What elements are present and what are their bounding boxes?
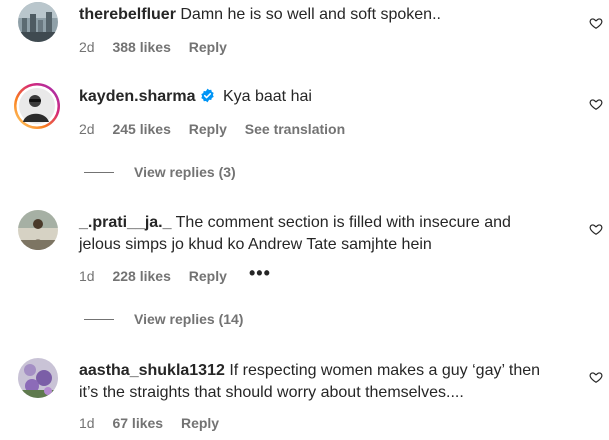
heart-outline-icon[interactable] [589, 370, 603, 384]
comment-line: therebelfluer Damn he is so well and sof… [79, 4, 441, 26]
avatar[interactable] [18, 358, 58, 398]
heart-outline-icon[interactable] [589, 97, 603, 111]
comment-text: The comment section is filled with insec… [175, 214, 511, 231]
likes-count[interactable]: 67 likes [112, 415, 163, 431]
comment-meta: 1d 228 likes Reply [79, 267, 241, 285]
comment-text-continued: jelous simps jo khud ko Andrew Tate samj… [79, 236, 432, 253]
view-replies-button[interactable]: View replies (14) [134, 311, 243, 327]
replies-divider [84, 319, 114, 320]
reply-button[interactable]: Reply [189, 39, 227, 55]
comment-line: aastha_shukla1312 If respecting women ma… [79, 360, 540, 382]
avatar[interactable] [18, 210, 58, 250]
view-replies-button[interactable]: View replies (3) [134, 164, 236, 180]
likes-count[interactable]: 388 likes [112, 39, 170, 55]
heart-outline-icon[interactable] [589, 16, 603, 30]
comment-text: If respecting women makes a guy ‘gay’ th… [229, 362, 541, 379]
verified-badge-icon [200, 88, 214, 103]
comment-age[interactable]: 1d [79, 268, 95, 284]
username-link[interactable]: kayden.sharma [79, 88, 196, 105]
heart-outline-icon[interactable] [589, 222, 603, 236]
see-translation-button[interactable]: See translation [245, 121, 345, 137]
reply-button[interactable]: Reply [181, 415, 219, 431]
username-link[interactable]: therebelfluer [79, 6, 176, 23]
comment-age[interactable]: 2d [79, 39, 95, 55]
avatar[interactable] [18, 2, 58, 42]
more-options-icon[interactable]: ••• [249, 263, 271, 284]
comment-meta: 2d 388 likes Reply [79, 38, 241, 56]
likes-count[interactable]: 245 likes [112, 121, 170, 137]
comment-age[interactable]: 2d [79, 121, 95, 137]
comment-meta: 2d 245 likes Reply See translation [79, 120, 359, 138]
reply-button[interactable]: Reply [189, 268, 227, 284]
comment-meta: 1d 67 likes Reply [79, 414, 233, 432]
comment-line: _.prati__ja._ The comment section is fil… [79, 212, 511, 234]
likes-count[interactable]: 228 likes [112, 268, 170, 284]
comment-text-continued: it’s the straights that should worry abo… [79, 384, 464, 401]
username-link[interactable]: aastha_shukla1312 [79, 362, 225, 379]
username-link[interactable]: _.prati__ja._ [79, 214, 172, 231]
comment-text: Kya baat hai [222, 88, 312, 105]
avatar-with-story-ring[interactable] [13, 82, 61, 130]
comment-line: kayden.sharma Kya baat hai [79, 86, 312, 108]
comment-age[interactable]: 1d [79, 415, 95, 431]
reply-button[interactable]: Reply [189, 121, 227, 137]
replies-divider [84, 172, 114, 173]
comment-text: Damn he is so well and soft spoken.. [180, 6, 441, 23]
